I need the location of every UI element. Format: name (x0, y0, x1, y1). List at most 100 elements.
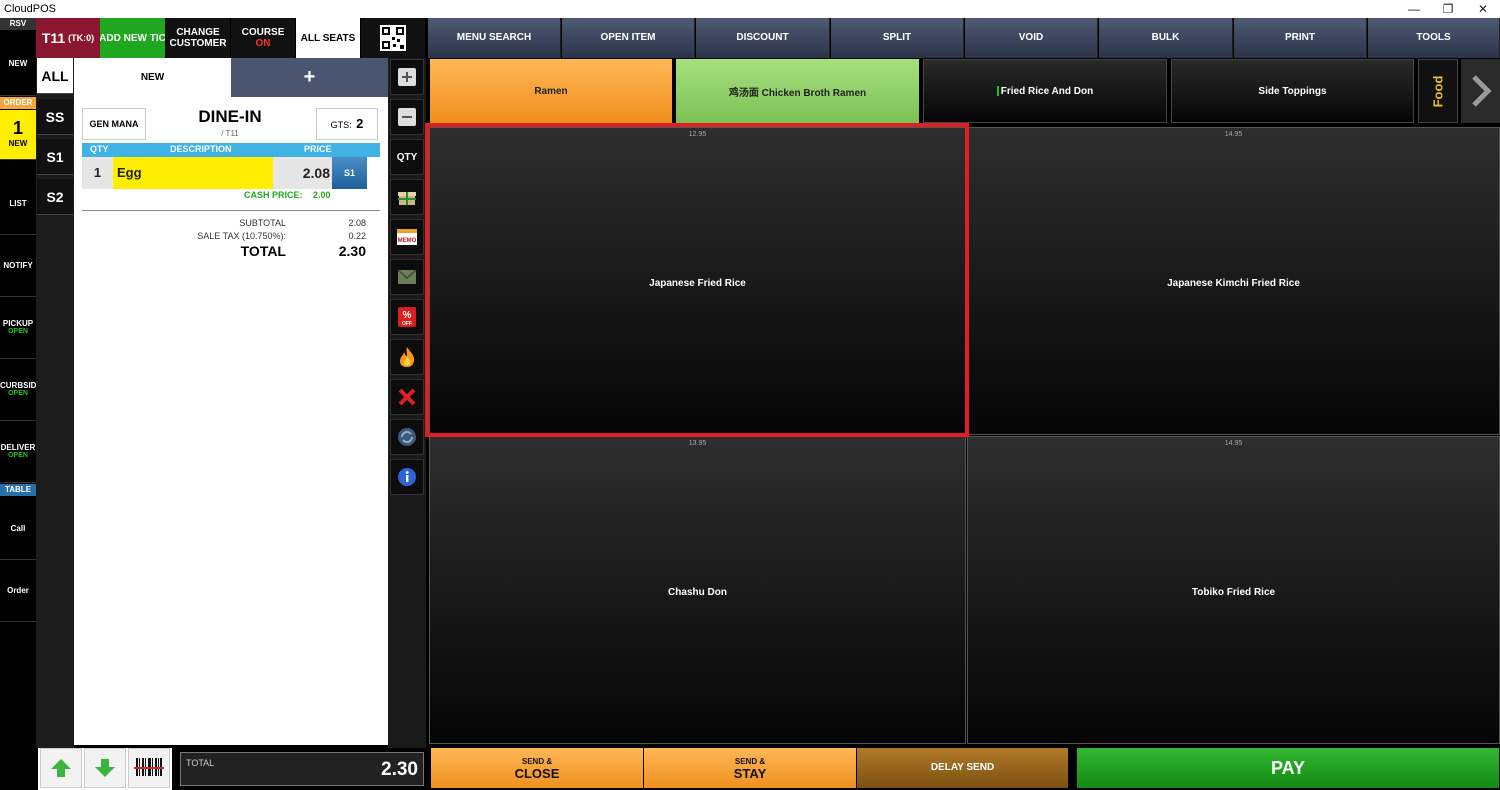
category-ramen[interactable]: Ramen (430, 59, 672, 123)
seat-ss[interactable]: SS (37, 99, 73, 135)
barcode-button[interactable] (128, 748, 170, 788)
menu-search-button[interactable]: MENU SEARCH (428, 18, 561, 58)
tools-button[interactable]: TOOLS (1368, 18, 1500, 58)
send-stay-button[interactable]: SEND & STAY (644, 748, 856, 788)
info-icon (398, 468, 416, 486)
category-chicken-broth-ramen[interactable]: 鸡汤面 Chicken Broth Ramen (676, 59, 919, 123)
bulk-button[interactable]: BULK (1099, 18, 1233, 58)
category-group-food[interactable]: Food (1418, 59, 1458, 123)
info-button[interactable] (390, 459, 424, 495)
nav-curbside[interactable]: CURBSID OPEN (0, 359, 36, 421)
guests-button[interactable]: GTS: 2 (316, 108, 378, 140)
curbside-label: CURBSID (0, 381, 37, 390)
subtotal-label: SUBTOTAL (239, 218, 286, 228)
gift-button[interactable] (390, 179, 424, 215)
food-label: Food (1430, 75, 1446, 107)
fire-icon (400, 347, 415, 367)
subtotal-value: 2.08 (348, 218, 366, 228)
red-x-icon (398, 388, 416, 406)
print-button[interactable]: PRINT (1234, 18, 1367, 58)
pickup-status: OPEN (8, 328, 28, 335)
nav-pickup[interactable]: PICKUP OPEN (0, 297, 36, 359)
send-stay-line2: STAY (733, 766, 767, 781)
line-qty: 1 (82, 157, 113, 189)
add-tab-button[interactable]: + (231, 58, 388, 97)
table-header: TABLE (0, 484, 36, 496)
add-new-ticket-button[interactable]: ADD NEW TIC (100, 18, 165, 58)
scroll-down-button[interactable] (84, 748, 126, 788)
split-button[interactable]: SPLIT (831, 18, 964, 58)
memo-icon: MEMO (397, 229, 417, 245)
ticket-line[interactable]: 1 Egg 2.08 S1 (82, 157, 380, 189)
ticket-tab-new[interactable]: NEW (74, 58, 231, 97)
order-type[interactable]: DINE-IN (164, 107, 296, 127)
rsv-header[interactable]: RSV (0, 18, 36, 30)
qty-button[interactable]: QTY (390, 139, 424, 175)
svg-text:OFF: OFF (402, 321, 412, 327)
next-category-button[interactable] (1461, 59, 1500, 123)
cash-price-label: CASH PRICE: (244, 190, 303, 200)
guests-label: GTS: (330, 120, 352, 130)
tax-value: 0.22 (348, 231, 366, 241)
line-seat-badge[interactable]: S1 (332, 157, 367, 189)
seat-s2[interactable]: S2 (37, 179, 73, 215)
restore-button[interactable]: ❐ (1431, 0, 1465, 18)
top-menu-bar: MENU SEARCH OPEN ITEM DISCOUNT SPLIT VOI… (428, 18, 1500, 58)
all-seats-button[interactable]: ALL SEATS (296, 18, 360, 58)
scroll-up-button[interactable] (40, 748, 82, 788)
qr-code-button[interactable] (361, 18, 425, 58)
memo-button[interactable]: MEMO (390, 219, 424, 255)
void-button[interactable]: VOID (965, 18, 1098, 58)
menu-item[interactable]: 14.95 Tobiko Fried Rice (967, 436, 1500, 744)
divider (82, 210, 380, 211)
nav-list[interactable]: LIST (0, 173, 36, 235)
nav-order[interactable]: Order (0, 560, 36, 622)
discount-percent-button[interactable]: % OFF (390, 299, 424, 335)
pay-button[interactable]: PAY (1077, 748, 1499, 788)
discount-button[interactable]: DISCOUNT (696, 18, 830, 58)
close-window-button[interactable]: ✕ (1466, 0, 1500, 18)
nav-call[interactable]: Call (0, 498, 36, 560)
category-side-toppings[interactable]: Side Toppings (1171, 59, 1414, 123)
window-title: CloudPOS (0, 0, 1500, 18)
plus-icon (398, 68, 416, 86)
nav-delivery[interactable]: DELIVER OPEN (0, 421, 36, 483)
nav-notify[interactable]: NOTIFY (0, 235, 36, 297)
seat-s1[interactable]: S1 (37, 139, 73, 175)
guests-count: 2 (356, 116, 364, 131)
table-ticket-button[interactable]: T11 (TK:0) (36, 18, 100, 58)
minimize-button[interactable]: — (1397, 0, 1431, 18)
col-description: DESCRIPTION (170, 144, 232, 154)
tax-label: SALE TAX (10.750%): (197, 231, 286, 241)
refresh-button[interactable] (390, 419, 424, 455)
order-header: ORDER (0, 97, 36, 109)
course-button[interactable]: COURSE ON (231, 18, 295, 58)
bottom-total-label: TOTAL (186, 758, 215, 768)
void-item-button[interactable] (390, 379, 424, 415)
table-reference: / T11 (221, 129, 239, 138)
nav-order-new[interactable]: 1 NEW (0, 110, 36, 160)
minus-icon (398, 108, 416, 126)
col-qty: QTY (90, 144, 109, 154)
server-button[interactable]: GEN MANA (82, 108, 146, 140)
chevron-right-icon (1471, 75, 1492, 107)
nav-new[interactable]: NEW (0, 32, 36, 96)
change-customer-button[interactable]: CHANGE CUSTOMER (166, 18, 230, 58)
category-fried-rice-and-don[interactable]: Fried Rice And Don (923, 59, 1167, 123)
delay-send-button[interactable]: DELAY SEND (857, 748, 1068, 788)
delivery-status: OPEN (8, 452, 28, 459)
send-close-button[interactable]: SEND & CLOSE (431, 748, 643, 788)
order-count: 1 (12, 118, 23, 138)
menu-item[interactable]: 14.95 Japanese Kimchi Fried Rice (967, 127, 1500, 435)
seat-all[interactable]: ALL (37, 58, 73, 94)
item-name: Japanese Kimchi Fried Rice (1167, 278, 1300, 289)
decrease-button[interactable] (390, 99, 424, 135)
fire-button[interactable] (390, 339, 424, 375)
menu-item[interactable]: 13.95 Chashu Don (429, 436, 966, 744)
message-button[interactable] (390, 259, 424, 295)
open-item-button[interactable]: OPEN ITEM (562, 18, 695, 58)
change-customer-line1: CHANGE (176, 27, 220, 38)
total-label: TOTAL (240, 243, 286, 259)
increase-button[interactable] (390, 59, 424, 95)
line-price: 2.08 (273, 157, 332, 189)
